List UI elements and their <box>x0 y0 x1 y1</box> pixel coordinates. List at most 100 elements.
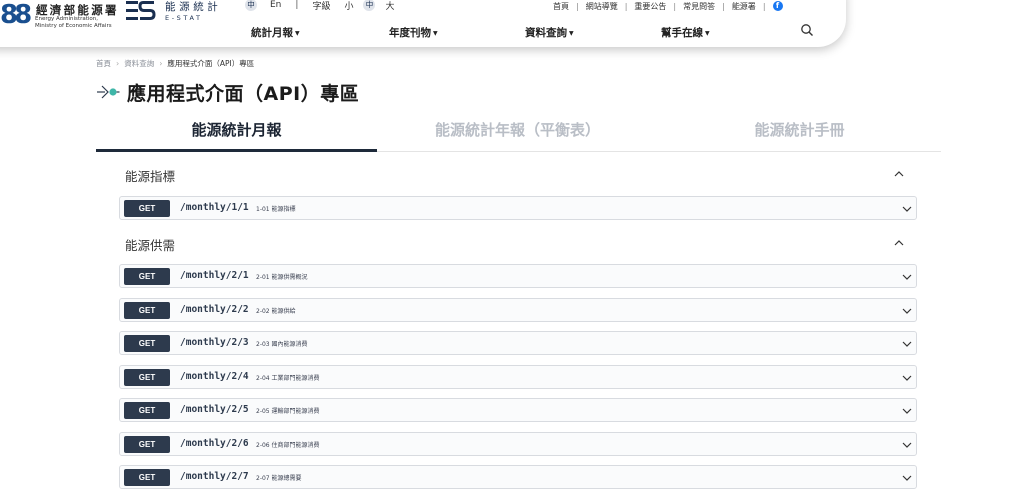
nav-data-query[interactable]: 資料查詢 ▼ <box>525 25 574 40</box>
energy-administration-logo[interactable]: 88 經濟部能源署 Energy Administration, Ministr… <box>0 0 120 30</box>
endpoint-path: /monthly/2/1 <box>180 270 249 281</box>
chevron-right-icon: › <box>116 59 120 68</box>
endpoint-summary: 1-01 能源指標 <box>256 206 296 213</box>
nav-helper-online[interactable]: 幫手在線 ▼ <box>661 25 710 40</box>
divider: | <box>624 1 628 11</box>
top-link-faq[interactable]: 常見問答 <box>683 1 715 12</box>
top-link-energy-administration[interactable]: 能源署 <box>732 1 756 12</box>
tab-annual-report[interactable]: 能源統計年報（平衡表） <box>377 116 658 152</box>
api-plug-icon <box>97 85 120 99</box>
divider: | <box>762 1 766 11</box>
chevron-down-icon[interactable] <box>901 405 913 417</box>
font-size-large-button[interactable]: 大 <box>385 0 394 12</box>
endpoint-path: /monthly/2/4 <box>180 371 249 382</box>
nav-monthly-report[interactable]: 統計月報 ▼ <box>251 25 300 40</box>
facebook-icon[interactable]: f <box>772 1 783 11</box>
chevron-down-icon[interactable] <box>901 271 913 283</box>
api-operation[interactable]: GET /monthly/2/3 2-03 國內能源消費 <box>119 331 917 355</box>
chevron-down-icon[interactable] <box>901 305 913 317</box>
section-title: 能源指標 <box>125 169 176 184</box>
agency-name-en-line1: Energy Administration, <box>35 16 98 22</box>
estat-name: 能源統計 <box>165 1 222 13</box>
method-badge: GET <box>124 268 170 285</box>
endpoint-path: /monthly/2/3 <box>180 337 249 348</box>
endpoint-path: /monthly/2/2 <box>180 304 249 315</box>
tab-monthly-report[interactable]: 能源統計月報 <box>96 116 377 152</box>
divider: | <box>576 1 579 11</box>
endpoint-summary: 2-05 運輸部門能源消費 <box>256 408 320 415</box>
method-badge: GET <box>124 369 170 386</box>
method-badge: GET <box>124 200 170 217</box>
estat-logo[interactable]: 能源統計 E-STAT <box>126 0 226 29</box>
section-title: 能源供需 <box>125 238 176 253</box>
endpoint-summary: 2-01 能源供需概況 <box>256 274 308 281</box>
caret-down-icon: ▼ <box>569 29 574 37</box>
site-header: 88 經濟部能源署 Energy Administration, Ministr… <box>0 0 846 47</box>
page-header: 應用程式介面（API）專區 <box>96 77 359 107</box>
chevron-up-icon <box>894 240 904 246</box>
section-energy-indicators[interactable]: 能源指標 <box>119 163 917 187</box>
chevron-up-icon <box>894 171 904 177</box>
api-operation[interactable]: GET /monthly/2/4 2-04 工業部門能源消費 <box>119 365 917 389</box>
font-size-small-button[interactable]: 小 <box>344 0 353 12</box>
top-link-announcements[interactable]: 重要公告 <box>634 1 666 12</box>
endpoint-summary: 2-06 住商部門能源消費 <box>256 442 320 449</box>
lang-zh-button[interactable]: 中 <box>245 0 257 11</box>
api-operation[interactable]: GET /monthly/2/7 2-07 能源總需要 <box>119 465 917 489</box>
method-badge: GET <box>124 402 170 419</box>
nav-label: 幫手在線 <box>661 27 703 39</box>
api-operation[interactable]: GET /monthly/1/1 1-01 能源指標 <box>119 196 917 220</box>
estat-mark-icon <box>126 0 156 20</box>
estat-sub: E-STAT <box>165 14 203 22</box>
top-links: 首頁 | 網站導覽 | 重要公告 | 常見問答 | 能源署 | f <box>553 0 783 12</box>
endpoint-path: /monthly/2/5 <box>180 404 249 415</box>
endpoint-summary: 2-04 工業部門能源消費 <box>256 375 320 382</box>
breadcrumb-home[interactable]: 首頁 <box>96 58 111 69</box>
caret-down-icon: ▼ <box>433 29 438 37</box>
method-badge: GET <box>124 335 170 352</box>
nav-annual-publications[interactable]: 年度刊物 ▼ <box>389 25 438 40</box>
method-badge: GET <box>124 436 170 453</box>
endpoint-path: /monthly/2/7 <box>180 471 249 482</box>
breadcrumb-current: 應用程式介面（API）專區 <box>167 59 255 68</box>
chevron-down-icon[interactable] <box>901 472 913 484</box>
method-badge: GET <box>124 469 170 486</box>
font-size-label: 字級 <box>312 1 331 12</box>
page-title: 應用程式介面（API）專區 <box>127 82 360 105</box>
endpoint-path: /monthly/1/1 <box>180 202 249 213</box>
caret-down-icon: ▼ <box>705 29 710 37</box>
chevron-down-icon[interactable] <box>901 203 913 215</box>
tab-handbook[interactable]: 能源統計手冊 <box>658 116 941 152</box>
api-operation[interactable]: GET /monthly/2/6 2-06 住商部門能源消費 <box>119 432 917 456</box>
chevron-down-icon[interactable] <box>901 439 913 451</box>
agency-name-en-line2: Ministry of Economic Affairs <box>35 23 112 29</box>
top-link-home[interactable]: 首頁 <box>553 1 569 12</box>
chevron-down-icon[interactable] <box>901 372 913 384</box>
divider: | <box>673 1 677 11</box>
divider: | <box>295 0 299 10</box>
endpoint-path: /monthly/2/6 <box>180 438 249 449</box>
utility-bar: 中 En | 字級 小 中 大 <box>245 0 394 12</box>
api-operation[interactable]: GET /monthly/2/1 2-01 能源供需概況 <box>119 264 917 288</box>
report-tabs: 能源統計月報 能源統計年報（平衡表） 能源統計手冊 <box>96 116 941 152</box>
lang-en-button[interactable]: En <box>270 0 281 10</box>
agency-logo-mark: 88 <box>0 0 32 30</box>
divider: | <box>722 1 725 11</box>
nav-label: 統計月報 <box>251 27 293 39</box>
api-operation[interactable]: GET /monthly/2/5 2-05 運輸部門能源消費 <box>119 398 917 422</box>
breadcrumb-data-query[interactable]: 資料查詢 <box>124 58 154 69</box>
nav-label: 資料查詢 <box>525 27 567 39</box>
section-energy-supply-demand[interactable]: 能源供需 <box>119 232 917 256</box>
search-icon[interactable] <box>800 23 814 37</box>
font-size-medium-button[interactable]: 中 <box>363 0 376 11</box>
breadcrumb: 首頁 › 資料查詢 › 應用程式介面（API）專區 <box>96 58 254 69</box>
top-link-sitemap[interactable]: 網站導覽 <box>586 1 618 12</box>
endpoint-summary: 2-02 能源供給 <box>256 308 296 315</box>
nav-label: 年度刊物 <box>389 27 431 39</box>
endpoint-summary: 2-03 國內能源消費 <box>256 341 308 348</box>
caret-down-icon: ▼ <box>295 29 300 37</box>
chevron-down-icon[interactable] <box>901 338 913 350</box>
method-badge: GET <box>124 302 170 319</box>
api-operation[interactable]: GET /monthly/2/2 2-02 能源供給 <box>119 298 917 322</box>
chevron-right-icon: › <box>159 59 163 68</box>
